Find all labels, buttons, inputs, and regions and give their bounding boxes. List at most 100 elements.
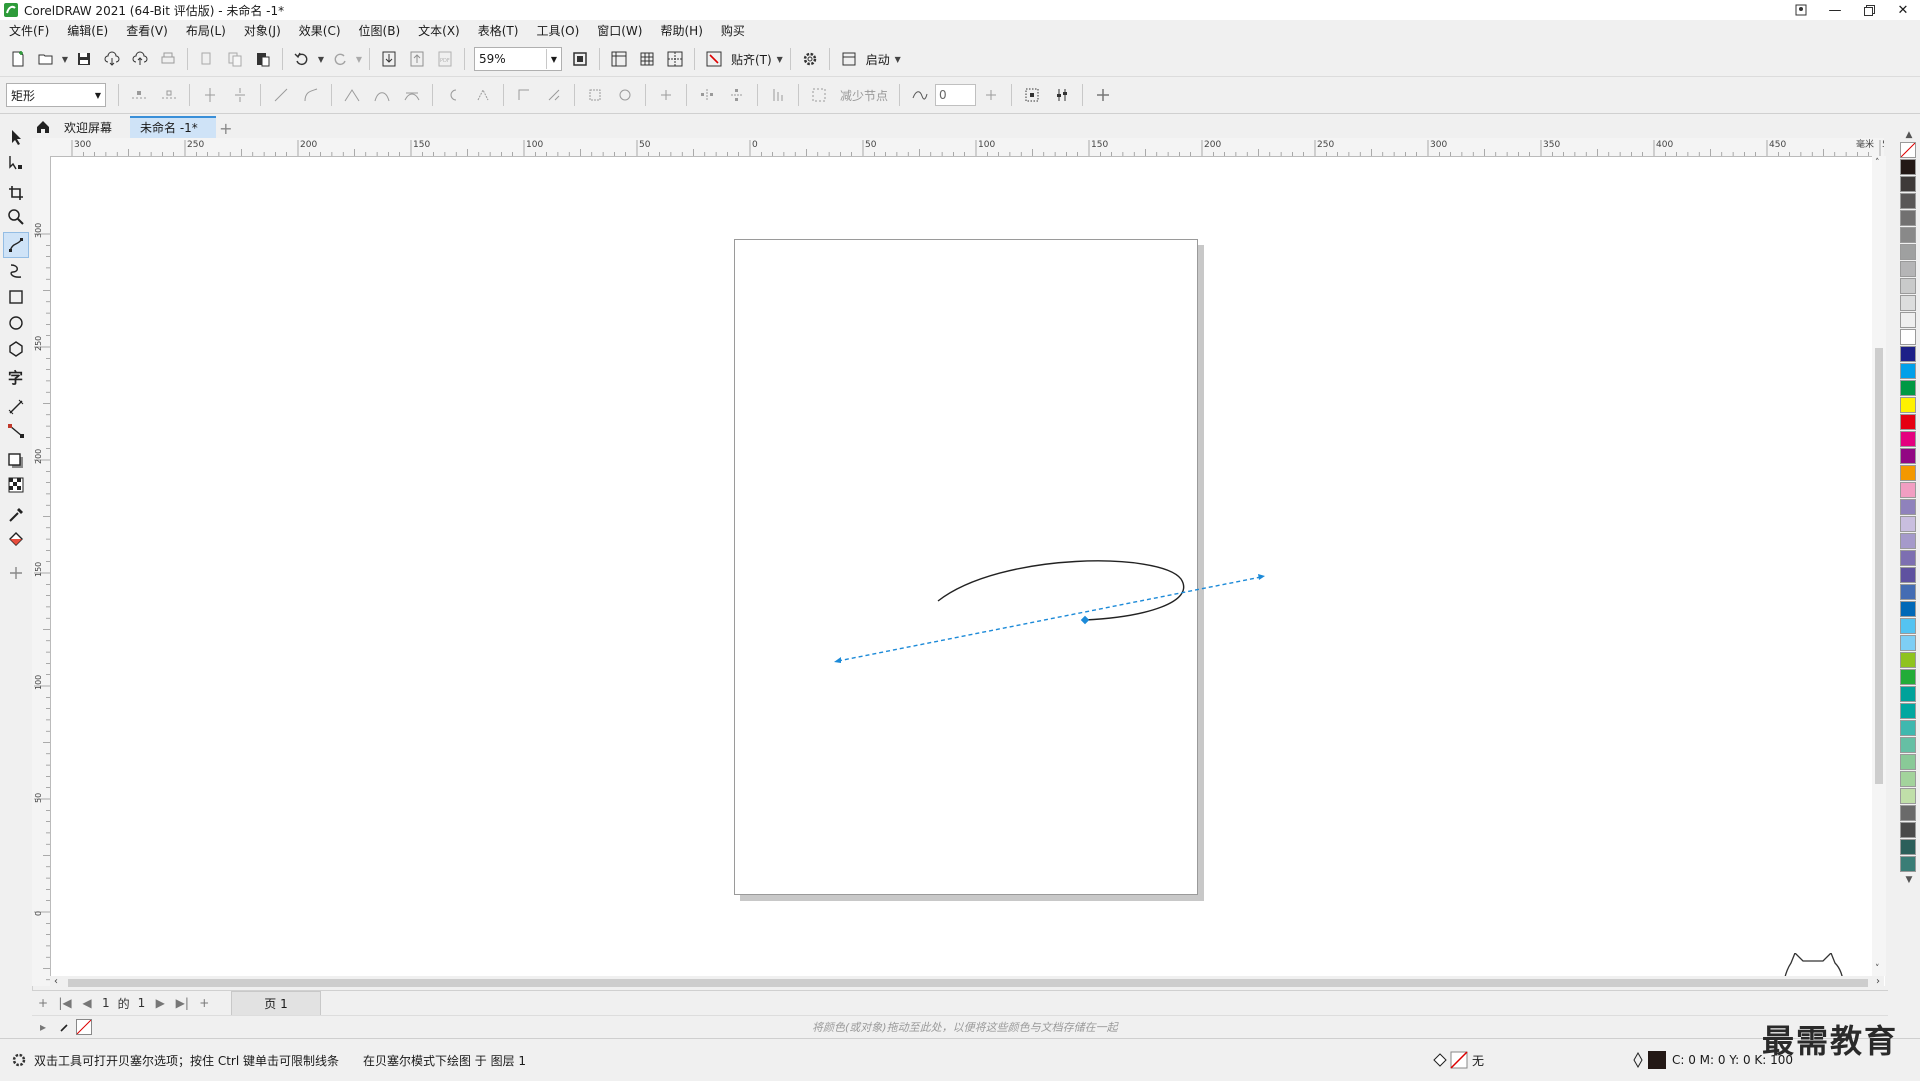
undo-icon[interactable] (289, 46, 315, 72)
horizontal-scrollbar[interactable]: ‹ › (50, 976, 1884, 990)
palette-swatch[interactable] (1900, 618, 1916, 634)
bezier-curve[interactable] (937, 560, 1185, 621)
show-guidelines-icon[interactable] (662, 46, 688, 72)
shape-tool-icon[interactable] (3, 150, 29, 176)
menu-effects[interactable]: 效果(C) (290, 20, 350, 42)
new-tab-icon[interactable]: + (216, 118, 236, 138)
palette-swatch[interactable] (1900, 312, 1916, 328)
palette-swatch[interactable] (1900, 346, 1916, 362)
show-grid-icon[interactable] (634, 46, 660, 72)
polygon-tool-icon[interactable] (3, 336, 29, 362)
menu-object[interactable]: 对象(J) (235, 20, 290, 42)
tab-welcome-screen[interactable]: 欢迎屏幕 (54, 118, 130, 138)
redo-icon[interactable] (327, 46, 353, 72)
extract-subpath-icon[interactable] (541, 82, 567, 108)
interactive-fill-tool-icon[interactable] (3, 526, 29, 552)
close-curve-icon[interactable] (511, 82, 537, 108)
no-fill-swatch[interactable] (1900, 142, 1916, 158)
palette-swatch[interactable] (1900, 329, 1916, 345)
align-nodes-icon[interactable] (653, 82, 679, 108)
break-curve-icon[interactable] (227, 82, 253, 108)
export-pdf-icon[interactable]: PDF (432, 46, 458, 72)
palette-swatch[interactable] (1900, 261, 1916, 277)
dimension-tool-icon[interactable] (3, 394, 29, 420)
object-type-combo[interactable]: 矩形 ▼ (6, 83, 106, 107)
palette-swatch[interactable] (1900, 159, 1916, 175)
next-page-icon[interactable]: ▶ (149, 992, 171, 1014)
cloud-download-icon[interactable] (99, 46, 125, 72)
snap-dropdown-icon[interactable]: ▼ (775, 46, 785, 72)
minimize-button[interactable]: — (1818, 0, 1852, 20)
select-nodes-icon[interactable] (1019, 82, 1045, 108)
control-handle-arrow-left[interactable] (834, 657, 841, 663)
bezier-control-handle[interactable] (837, 576, 1262, 662)
outline-color-swatch[interactable] (1648, 1051, 1666, 1069)
scroll-left-icon[interactable]: ‹ (54, 976, 58, 987)
palette-eyedropper-icon[interactable] (54, 1016, 76, 1038)
reduce-nodes-button[interactable]: 减少节点 (840, 87, 888, 104)
home-icon[interactable] (32, 116, 54, 138)
rotate-nodes-icon[interactable] (612, 82, 638, 108)
palette-expand-icon[interactable]: ▸ (32, 1016, 54, 1038)
palette-scroll-down-icon[interactable]: ▼ (1900, 873, 1918, 887)
text-tool-icon[interactable]: 字 (3, 364, 29, 390)
launch-dropdown-icon[interactable]: ▼ (893, 46, 903, 72)
open-folder-icon[interactable] (33, 46, 59, 72)
convert-to-line-icon[interactable] (268, 82, 294, 108)
launch-label[interactable]: 启动 (866, 51, 890, 68)
cusp-node-icon[interactable] (339, 82, 365, 108)
palette-swatch[interactable] (1900, 652, 1916, 668)
snap-to-label[interactable]: 贴齐(T) (731, 51, 772, 68)
palette-swatch[interactable] (1900, 516, 1916, 532)
account-icon[interactable] (1784, 0, 1818, 20)
palette-swatch[interactable] (1900, 227, 1916, 243)
reverse-direction-icon[interactable] (440, 82, 466, 108)
menu-file[interactable]: 文件(F) (0, 20, 58, 42)
menu-buy[interactable]: 购买 (712, 20, 754, 42)
vertical-scrollbar[interactable]: ˄ ˅ (1872, 156, 1886, 976)
palette-swatch[interactable] (1900, 822, 1916, 838)
menu-table[interactable]: 表格(T) (469, 20, 528, 42)
palette-swatch[interactable] (1900, 805, 1916, 821)
palette-swatch[interactable] (1900, 788, 1916, 804)
palette-swatch[interactable] (1900, 737, 1916, 753)
last-page-icon[interactable]: ▶| (171, 992, 193, 1014)
status-settings-gear-icon[interactable] (10, 1051, 28, 1069)
palette-swatch[interactable] (1900, 584, 1916, 600)
palette-swatch[interactable] (1900, 431, 1916, 447)
first-page-icon[interactable]: |◀ (54, 992, 76, 1014)
redo-dropdown-icon[interactable]: ▼ (354, 46, 364, 72)
restore-button[interactable] (1852, 0, 1886, 20)
cloud-upload-icon[interactable] (127, 46, 153, 72)
pick-tool-icon[interactable] (3, 124, 29, 150)
undo-dropdown-icon[interactable]: ▼ (316, 46, 326, 72)
palette-swatch[interactable] (1900, 839, 1916, 855)
palette-swatch[interactable] (1900, 771, 1916, 787)
palette-swatch[interactable] (1900, 754, 1916, 770)
scroll-up-icon[interactable]: ˄ (1875, 158, 1880, 168)
delete-node-icon[interactable] (156, 82, 182, 108)
vertical-scroll-thumb[interactable] (1875, 348, 1883, 784)
export-icon[interactable] (404, 46, 430, 72)
scroll-down-icon[interactable]: ˅ (1875, 964, 1880, 974)
print-icon[interactable] (155, 46, 181, 72)
palette-swatch[interactable] (1900, 720, 1916, 736)
control-handle-arrow-right[interactable] (1258, 574, 1265, 580)
menu-edit[interactable]: 编辑(E) (58, 20, 117, 42)
launch-icon[interactable] (836, 46, 862, 72)
add-node-icon[interactable] (126, 82, 152, 108)
page-tab-1[interactable]: 页 1 (231, 990, 321, 1016)
select-all-nodes-icon[interactable] (806, 82, 832, 108)
palette-swatch[interactable] (1900, 703, 1916, 719)
connector-tool-icon[interactable] (3, 418, 29, 444)
add-page-after-icon[interactable]: + (193, 992, 215, 1014)
menu-window[interactable]: 窗口(W) (588, 20, 651, 42)
node-alignment-icon[interactable] (1049, 82, 1075, 108)
new-document-icon[interactable] (5, 46, 31, 72)
options-gear-icon[interactable] (797, 46, 823, 72)
palette-swatch[interactable] (1900, 482, 1916, 498)
menu-layout[interactable]: 布局(L) (177, 20, 235, 42)
palette-swatch[interactable] (1900, 448, 1916, 464)
smoothness-slider-icon[interactable] (978, 82, 1004, 108)
palette-swatch[interactable] (1900, 669, 1916, 685)
